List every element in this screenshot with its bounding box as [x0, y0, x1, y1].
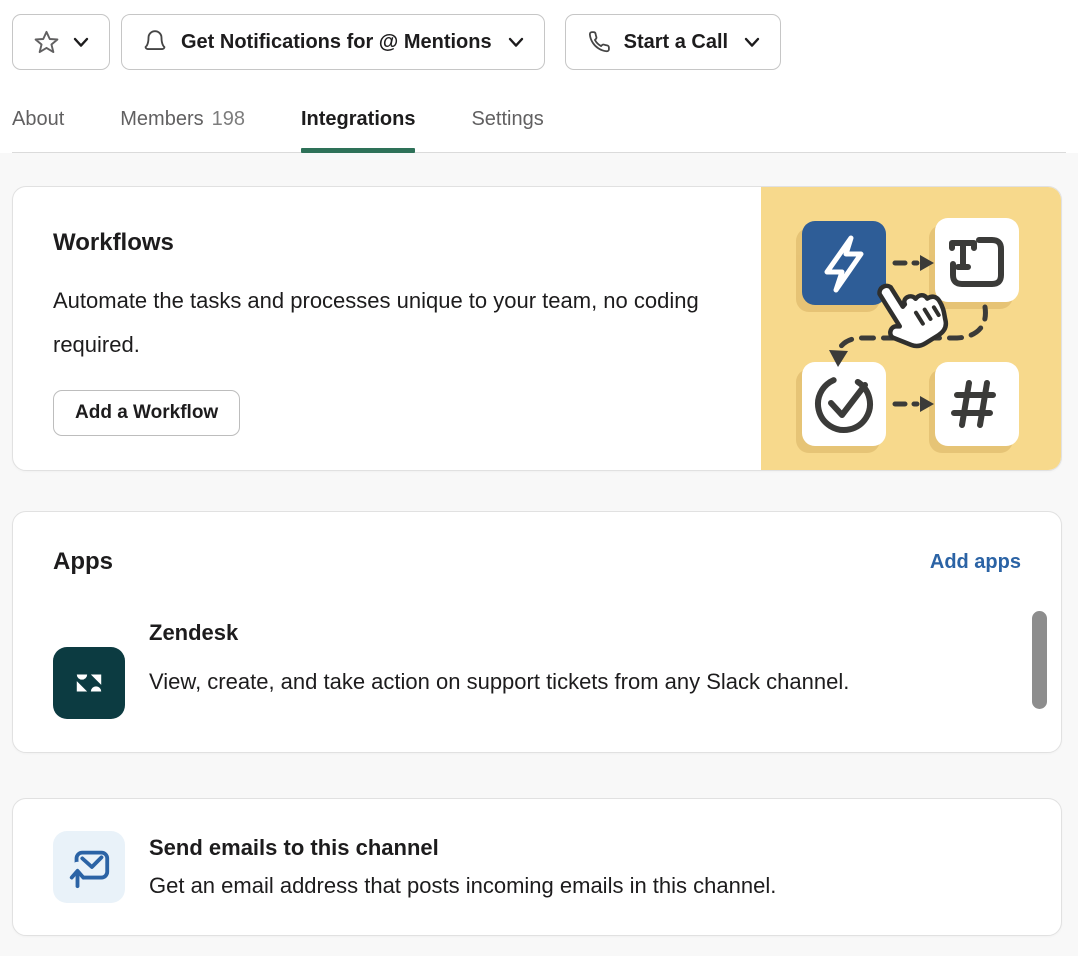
tab-members-label: Members: [120, 108, 203, 130]
add-apps-link[interactable]: Add apps: [930, 551, 1021, 574]
text-input-icon: [935, 218, 1019, 302]
workflows-description: Automate the tasks and processes unique …: [53, 279, 733, 367]
channel-header: Get Notifications for @ Mentions Start a…: [0, 0, 1078, 153]
apps-scrollbar[interactable]: [1032, 611, 1047, 709]
chevron-down-icon: [508, 37, 524, 48]
channel-detail-tabs: About Members 198 Integrations Settings: [12, 108, 1066, 153]
tab-integrations-label: Integrations: [301, 108, 415, 130]
tab-about-label: About: [12, 108, 64, 130]
integrations-panel: Workflows Automate the tasks and process…: [0, 153, 1078, 936]
tab-about[interactable]: About: [12, 108, 64, 152]
tab-settings-label: Settings: [471, 108, 543, 130]
start-call-button-label: Start a Call: [624, 31, 728, 54]
phone-icon: [586, 30, 611, 55]
chevron-down-icon: [744, 37, 760, 48]
hash-icon: [935, 362, 1019, 446]
header-actions: Get Notifications for @ Mentions Start a…: [12, 14, 1066, 70]
apps-card: Apps Add apps Zendesk View, create, and …: [12, 511, 1062, 753]
workflows-card-body: Workflows Automate the tasks and process…: [13, 187, 761, 470]
apps-title: Apps: [53, 548, 113, 576]
tab-integrations[interactable]: Integrations: [301, 108, 415, 152]
zendesk-logo-icon: [53, 647, 125, 719]
send-emails-card[interactable]: Send emails to this channel Get an email…: [12, 798, 1062, 936]
workflows-title: Workflows: [53, 229, 741, 257]
tab-settings[interactable]: Settings: [471, 108, 543, 152]
app-description: View, create, and take action on support…: [149, 660, 849, 704]
star-icon: [33, 29, 60, 56]
app-list-item-zendesk[interactable]: Zendesk View, create, and take action on…: [53, 620, 1021, 719]
email-card-info: Send emails to this channel Get an email…: [149, 835, 776, 899]
app-info: Zendesk View, create, and take action on…: [149, 620, 849, 704]
workflows-illustration: [761, 187, 1061, 470]
favorite-button[interactable]: [12, 14, 110, 70]
email-card-description: Get an email address that posts incoming…: [149, 873, 776, 899]
workflows-card: Workflows Automate the tasks and process…: [12, 186, 1062, 471]
email-card-title: Send emails to this channel: [149, 835, 776, 861]
lightning-icon: [802, 221, 886, 305]
check-circle-icon: [802, 362, 886, 446]
add-workflow-button[interactable]: Add a Workflow: [53, 390, 240, 436]
chevron-down-icon: [73, 37, 89, 48]
start-call-button[interactable]: Start a Call: [565, 14, 781, 70]
incoming-email-icon: [53, 831, 125, 903]
notifications-button[interactable]: Get Notifications for @ Mentions: [121, 14, 545, 70]
bell-icon: [142, 29, 168, 55]
app-name: Zendesk: [149, 620, 849, 646]
tab-members[interactable]: Members 198: [120, 108, 245, 152]
members-count: 198: [212, 108, 245, 130]
notifications-button-label: Get Notifications for @ Mentions: [181, 31, 492, 54]
